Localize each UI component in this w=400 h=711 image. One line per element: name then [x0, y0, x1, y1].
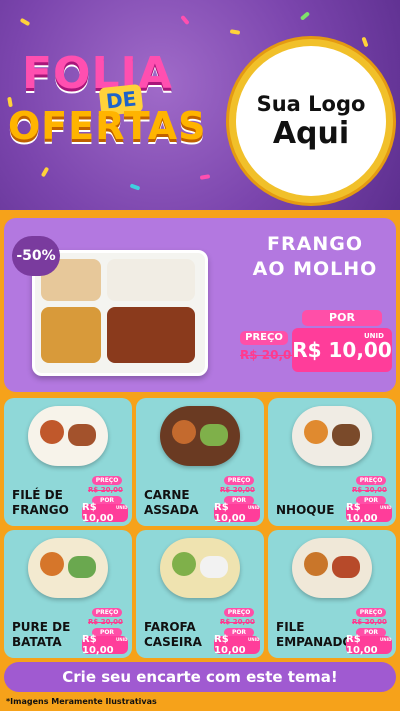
food-item [304, 552, 328, 576]
food-item [332, 424, 360, 446]
product-card: CARNE ASSADA PREÇO R$ 20,00 POR R$ 10,00 UNID [136, 398, 264, 526]
product-name-line2: FRANGO [12, 503, 69, 517]
confetti [299, 11, 311, 21]
logo-word-ofertas: OFERTAS [8, 104, 207, 148]
food-item [68, 556, 96, 578]
price-unit: UNID [248, 637, 260, 642]
food-compartment [107, 259, 195, 301]
campaign-logo: FOLIA DE OFERTAS [8, 48, 226, 158]
old-price: R$ 20,00 [352, 618, 387, 626]
product-image [160, 538, 240, 598]
product-name: FILÉ DE FRANGO [12, 488, 82, 518]
old-price-label: PREÇO [356, 608, 386, 617]
food-item [172, 552, 196, 576]
product-name-line1: FILE [276, 620, 305, 634]
product-name-line2: CASEIRA [144, 635, 202, 649]
product-card: FILE EMPANADO PREÇO R$ 20,00 POR R$ 10,00 UNID [268, 530, 396, 658]
food-compartment [107, 307, 195, 363]
product-name-line1: FILÉ DE [12, 488, 63, 502]
store-logo-placeholder: Sua Logo Aqui [236, 46, 386, 196]
food-compartment [41, 307, 101, 363]
flyer-page: FOLIA DE OFERTAS Sua Logo Aqui -50% FRAN… [0, 0, 400, 711]
product-image [160, 406, 240, 466]
product-card: FILÉ DE FRANGO PREÇO R$ 20,00 POR R$ 10,00 UNI… [4, 398, 132, 526]
confetti [180, 14, 190, 26]
product-name-line1: CARNE [144, 488, 190, 502]
old-price: R$ 20,00 [88, 618, 123, 626]
price-unit: UNID [116, 637, 128, 642]
old-price-label: PREÇO [92, 476, 122, 485]
product-name-line1: PURE DE [12, 620, 71, 634]
product-name-line1: NHOQUE [276, 503, 335, 517]
old-price-label: PREÇO [224, 476, 254, 485]
product-name: FILE EMPANADO [276, 620, 353, 650]
confetti [199, 174, 211, 180]
food-item [68, 424, 96, 446]
product-card: PURE DE BATATA PREÇO R$ 20,00 POR R$ 10,00 UNI… [4, 530, 132, 658]
old-price-label: PREÇO [356, 476, 386, 485]
price-unit: UNID [248, 505, 260, 510]
product-image [28, 538, 108, 598]
food-item [172, 420, 196, 444]
product-name: PURE DE BATATA [12, 620, 82, 650]
food-item [40, 420, 64, 444]
featured-product-image [32, 250, 208, 376]
store-logo-line2: Aqui [272, 115, 350, 151]
food-item [332, 556, 360, 578]
old-price: R$ 20,00 [88, 486, 123, 494]
new-price-label: POR [302, 310, 382, 326]
old-price: R$ 20,00 [240, 348, 300, 362]
product-name: NHOQUE [276, 503, 346, 518]
price-unit: UNID [380, 637, 392, 642]
price-unit: UNID [116, 505, 128, 510]
old-price-label: PREÇO [224, 608, 254, 617]
old-price-label: PREÇO [92, 608, 122, 617]
featured-name-line1: FRANGO [267, 233, 363, 255]
product-image [28, 406, 108, 466]
store-logo-line1: Sua Logo [256, 91, 366, 116]
price-unit: UNID [380, 505, 392, 510]
confetti [361, 36, 369, 48]
product-image [292, 538, 372, 598]
confetti [19, 17, 31, 27]
food-item [200, 556, 228, 578]
featured-product-name: FRANGO AO MOLHO [240, 232, 390, 282]
food-item [40, 552, 64, 576]
product-card: NHOQUE PREÇO R$ 20,00 POR R$ 10,00 UNID [268, 398, 396, 526]
product-name-line2: ASSADA [144, 503, 199, 517]
confetti [40, 166, 50, 178]
featured-name-line2: AO MOLHO [252, 258, 378, 280]
old-price: R$ 20,00 [220, 486, 255, 494]
product-name: FAROFA CASEIRA [144, 620, 214, 650]
product-name-line2: EMPANADO [276, 635, 353, 649]
product-name-line2: BATATA [12, 635, 62, 649]
price-unit: UNID [364, 332, 384, 340]
disclaimer-note: *Imagens Meramente Ilustrativas [6, 697, 157, 706]
product-name: CARNE ASSADA [144, 488, 214, 518]
discount-badge: -50% [12, 236, 60, 276]
product-image [292, 406, 372, 466]
product-card: FAROFA CASEIRA PREÇO R$ 20,00 POR R$ 10,00 UNI… [136, 530, 264, 658]
confetti [229, 29, 241, 35]
logo-word-folia: FOLIA [22, 48, 173, 99]
old-price: R$ 20,00 [220, 618, 255, 626]
old-price-label: PREÇO [240, 331, 288, 345]
cta-banner: Crie seu encarte com este tema! [4, 662, 396, 692]
old-price: R$ 20,00 [352, 486, 387, 494]
food-item [200, 424, 228, 446]
product-name-line1: FAROFA [144, 620, 196, 634]
food-item [304, 420, 328, 444]
header-banner: FOLIA DE OFERTAS Sua Logo Aqui [0, 0, 400, 210]
confetti [129, 183, 141, 191]
